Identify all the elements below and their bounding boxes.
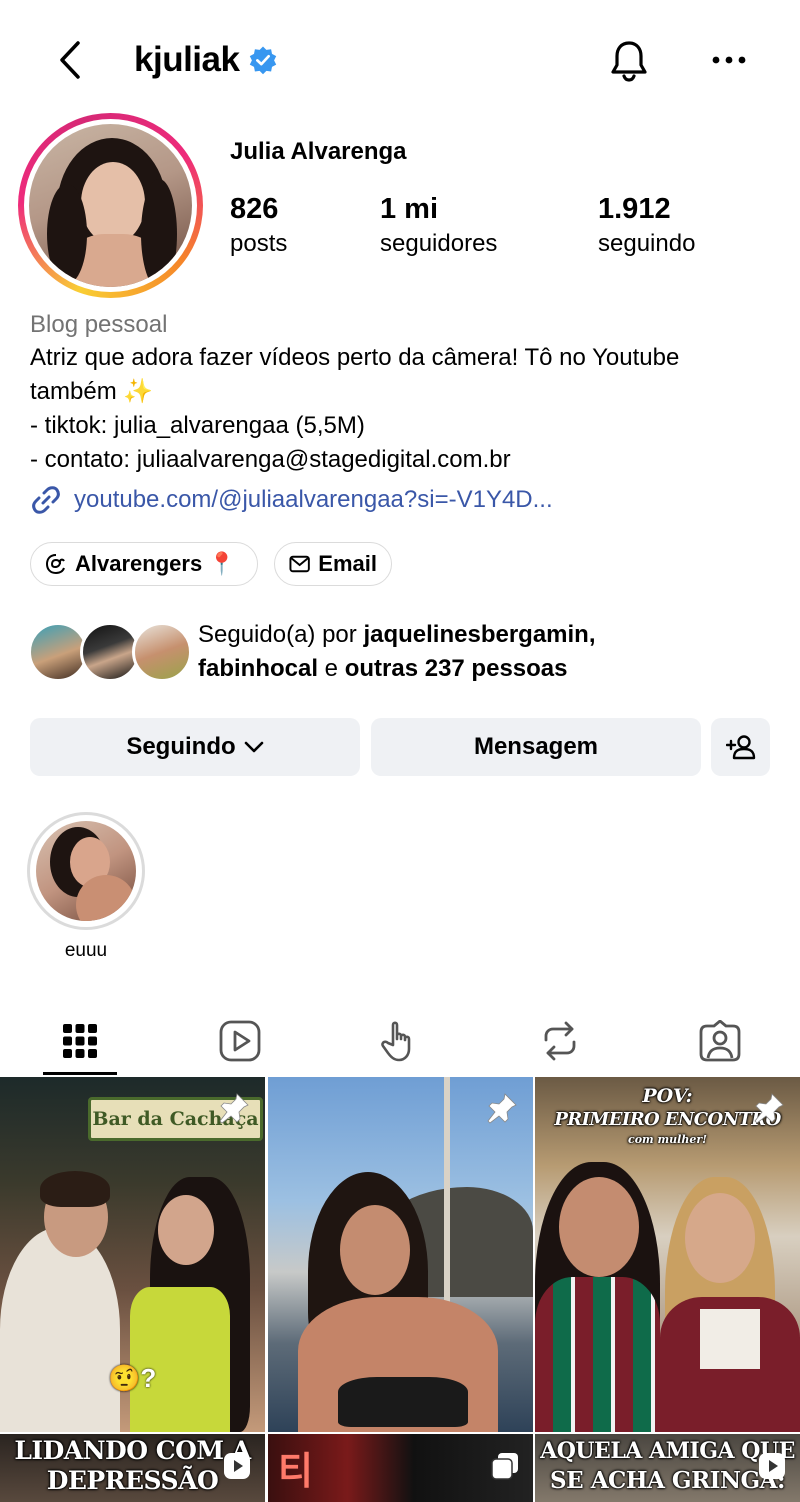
pin-icon [754, 1093, 784, 1124]
stat-posts-label: posts [230, 230, 288, 257]
tab-tagged[interactable] [640, 1005, 800, 1077]
carousel-icon [491, 1453, 518, 1480]
post-emoji: 🤨? [108, 1363, 157, 1393]
email-chip-label: Email [318, 551, 377, 576]
more-options-button[interactable] [704, 40, 754, 80]
message-button-label: Mensagem [473, 733, 599, 760]
tab-grid[interactable] [0, 1005, 160, 1077]
comma: , [588, 621, 596, 648]
tap-icon [381, 1021, 411, 1062]
tab-reposts[interactable] [480, 1005, 640, 1077]
pin-icon [487, 1093, 517, 1124]
profile-full-name: Julia Alvarenga [230, 138, 407, 165]
post-thumbnail[interactable]: Bar da Cachaça 🤨? [0, 1077, 265, 1432]
stat-following[interactable]: 1.912 seguindo [598, 190, 695, 260]
mutual-avatar [28, 622, 88, 682]
stat-followers-value: 1 mi [380, 193, 439, 225]
message-button[interactable]: Mensagem [371, 718, 701, 776]
tab-tap[interactable] [320, 1005, 480, 1077]
pin-icon [219, 1093, 249, 1124]
add-person-icon [725, 735, 755, 760]
profile-username: kjuliak [134, 36, 278, 84]
stat-posts-value: 826 [230, 193, 279, 225]
post-thumbnail[interactable]: LIDANDO COM A DEPRESSÃO [0, 1434, 265, 1502]
highlight-label: euuu [64, 940, 108, 961]
reel-badge-icon [759, 1453, 785, 1479]
bell-icon [611, 41, 647, 82]
mutual-avatar [80, 622, 140, 682]
username-text: kjuliak [134, 40, 240, 79]
threads-chip[interactable]: Alvarengers 📍 [30, 542, 258, 586]
chevron-down-icon [244, 741, 263, 753]
link-icon [32, 486, 60, 514]
mutual-user-1: jaquelinesbergamin [363, 621, 589, 648]
highlight-cover [36, 821, 136, 921]
followed-by-prefix: Seguido(a) por [198, 621, 364, 648]
post-thumbnail[interactable]: POV: PRIMEIRO ENCONTRO com mulher! [535, 1077, 800, 1432]
grid-icon [63, 1024, 97, 1058]
post-thumbnail[interactable]: AQUELA AMIGA QUE SE ACHA GRINGA: [535, 1434, 800, 1502]
mutual-user-2: fabinhocal [198, 655, 319, 682]
bio-line: - tiktok: julia_alvarengaa (5,5M) [30, 412, 365, 439]
following-button-label: Seguindo [126, 733, 236, 760]
mutual-avatar [132, 622, 192, 682]
bio-line: também ✨ [30, 378, 154, 405]
back-button[interactable] [50, 36, 90, 84]
active-tab-indicator [43, 1072, 117, 1075]
notifications-bell-button[interactable] [604, 36, 654, 86]
profile-category: Blog pessoal [30, 311, 168, 338]
suggested-users-button[interactable] [711, 718, 770, 776]
threads-chip-label: Alvarengers 📍 [75, 551, 236, 576]
stat-following-value: 1.912 [598, 193, 671, 225]
stat-posts[interactable]: 826 posts [230, 190, 287, 260]
tab-reels[interactable] [160, 1005, 320, 1077]
ellipsis-icon [712, 56, 746, 64]
profile-avatar-story-ring[interactable] [18, 113, 203, 298]
stat-followers[interactable]: 1 mi seguidores [380, 190, 497, 260]
mail-icon [289, 555, 310, 573]
post-thumbnail[interactable]: 티 [268, 1434, 533, 1502]
verified-badge-icon [250, 46, 277, 75]
post-sign-text: 티 [278, 1451, 313, 1493]
profile-tabs [0, 1005, 800, 1077]
following-button[interactable]: Seguindo [30, 718, 360, 776]
post-thumbnail[interactable] [268, 1077, 533, 1432]
bio-line: Atriz que adora fazer vídeos perto da câ… [30, 344, 680, 371]
profile-link-text: youtube.com/@juliaalvarengaa?si=-V1Y4D..… [74, 486, 553, 513]
followed-by-text[interactable]: Seguido(a) por jaquelinesbergamin, fabin… [198, 618, 596, 686]
bio-line: - contato: juliaalvarenga@stagedigital.c… [30, 446, 511, 473]
reposts-icon [544, 1021, 576, 1061]
story-highlight[interactable] [27, 812, 145, 930]
threads-icon [45, 554, 65, 575]
post-caption-line: com mulher! [628, 1133, 707, 1146]
mutual-followers-avatars[interactable] [28, 622, 192, 684]
email-chip[interactable]: Email [274, 542, 392, 586]
tagged-icon [699, 1020, 741, 1062]
posts-grid: Bar da Cachaça 🤨? POV: PRIMEIRO ENCONTRO… [0, 1077, 800, 1502]
conjunction: e [318, 655, 345, 682]
profile-link[interactable]: youtube.com/@juliaalvarengaa?si=-V1Y4D..… [30, 482, 553, 518]
stat-followers-label: seguidores [380, 230, 498, 257]
reel-badge-icon [224, 1453, 250, 1479]
reels-icon [219, 1020, 261, 1062]
chevron-left-icon [60, 41, 80, 79]
profile-avatar [29, 124, 192, 287]
profile-bio: Atriz que adora fazer vídeos perto da câ… [30, 341, 790, 477]
stat-following-label: seguindo [598, 230, 696, 257]
mutual-others: outras 237 pessoas [344, 655, 568, 682]
